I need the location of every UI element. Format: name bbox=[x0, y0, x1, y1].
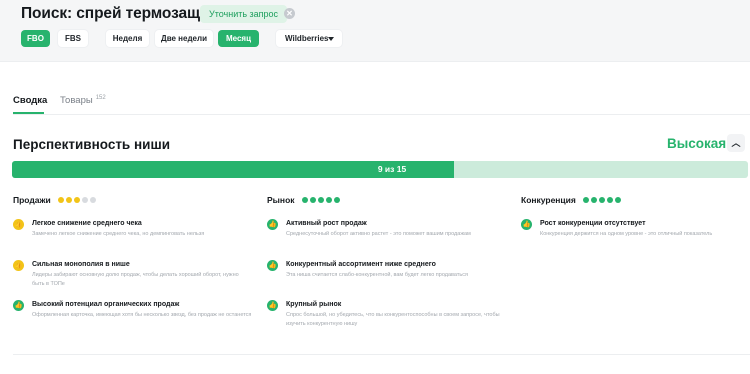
rating-dot-empty bbox=[81, 197, 88, 203]
rating-dot-filled bbox=[606, 197, 613, 203]
competition-rating bbox=[582, 197, 623, 203]
item-description: Конкуренция держится на одном уровне - э… bbox=[540, 231, 713, 237]
tab-products-count: 152 bbox=[95, 95, 106, 101]
rating-dot-filled bbox=[325, 197, 332, 203]
sales-title: Продажи bbox=[13, 195, 51, 205]
item-title: Легкое снижение среднего чека bbox=[32, 220, 142, 227]
marketplace-select[interactable]: Wildberries bbox=[276, 30, 342, 47]
tab-summary-label: Сводка bbox=[13, 95, 48, 106]
sales-rating bbox=[57, 197, 98, 203]
marketplace-label: Wildberries bbox=[285, 34, 329, 43]
thumbs-up-icon: 👍 bbox=[13, 260, 24, 271]
item-description: Спрос большой, но убедитесь, что вы конк… bbox=[286, 312, 500, 327]
item-description: Замечено легкое снижение среднего чека, … bbox=[32, 231, 205, 237]
market-title: Рынок bbox=[267, 195, 295, 205]
page-title: Поиск: спрей термозащита bbox=[21, 5, 226, 22]
tab-products-label: Товары bbox=[60, 95, 93, 106]
thumbs-up-icon: 👍 bbox=[267, 260, 278, 271]
period-month-button[interactable]: Месяц bbox=[218, 30, 259, 47]
thumbs-up-icon: 👍 bbox=[267, 219, 278, 230]
item-description: Среднесуточный оборот активно растет - э… bbox=[286, 231, 471, 237]
period-week-button[interactable]: Неделя bbox=[106, 30, 149, 47]
section-divider bbox=[13, 354, 750, 355]
sales-column: Продажи 👍 Легкое снижение среднего чека … bbox=[13, 193, 251, 318]
rating-dot-empty bbox=[89, 197, 96, 203]
rating-dot-filled bbox=[57, 197, 64, 203]
item-title: Высокий потенциал органических продаж bbox=[32, 301, 180, 308]
rating-dot-filled bbox=[73, 197, 80, 203]
rating-dot-filled bbox=[309, 197, 316, 203]
tab-products[interactable]: Товары 152 bbox=[60, 95, 106, 106]
close-icon[interactable]: ✕ bbox=[284, 8, 295, 19]
rating-dot-filled bbox=[582, 197, 589, 203]
niche-title: Перспективность ниши bbox=[13, 137, 170, 152]
tabs-divider bbox=[13, 114, 750, 115]
sales-header: Продажи bbox=[13, 193, 248, 207]
rating-dot-filled bbox=[65, 197, 72, 203]
thumbs-up-icon: 👍 bbox=[13, 219, 24, 230]
rating-dot-filled bbox=[301, 197, 308, 203]
item-title: Конкурентный ассортимент ниже среднего bbox=[286, 261, 436, 268]
rating-dot-filled bbox=[333, 197, 340, 203]
market-header: Рынок bbox=[267, 193, 502, 207]
item-title: Активный рост продаж bbox=[286, 220, 367, 227]
thumbs-up-icon: 👍 bbox=[521, 219, 532, 230]
item-title: Сильная монополия в нише bbox=[32, 261, 130, 268]
item-description: Эта ниша считается слабо-конкурентной, в… bbox=[286, 272, 468, 278]
competition-title: Конкуренция bbox=[521, 195, 576, 205]
period-two-weeks-button[interactable]: Две недели bbox=[155, 30, 213, 47]
market-rating bbox=[301, 197, 342, 203]
competition-column: Конкуренция 👍 Рост конкуренции отсутству… bbox=[521, 193, 750, 237]
caret-down-icon bbox=[328, 37, 334, 41]
item-title: Крупный рынок bbox=[286, 301, 342, 308]
rating-dot-filled bbox=[598, 197, 605, 203]
competition-header: Конкуренция bbox=[521, 193, 750, 207]
query-header: Поиск: спрей термозащита Уточнить запрос… bbox=[0, 0, 750, 62]
item-description: Оформленная карточка, имеющая хотя бы не… bbox=[32, 312, 252, 318]
rating-dot-filled bbox=[317, 197, 324, 203]
thumbs-up-icon: 👍 bbox=[13, 300, 24, 311]
rating-dot-filled bbox=[614, 197, 621, 203]
market-column: Рынок 👍 Активный рост продаж Среднесуточ… bbox=[267, 193, 502, 327]
chevron-up-icon[interactable]: ︿ bbox=[727, 134, 745, 152]
refine-query-button[interactable]: Уточнить запрос bbox=[200, 5, 288, 23]
niche-score-bar: 9 из 15 bbox=[12, 161, 748, 178]
item-title: Рост конкуренции отсутствует bbox=[540, 220, 646, 227]
rating-dot-filled bbox=[590, 197, 597, 203]
item-description: Лидеры забирают основную долю продаж, чт… bbox=[32, 272, 239, 287]
niche-score-label: 9 из 15 bbox=[377, 164, 407, 174]
scheme-fbo-button[interactable]: FBO bbox=[21, 30, 50, 47]
tab-summary[interactable]: Сводка bbox=[13, 95, 47, 106]
niche-level: Высокая bbox=[667, 136, 727, 151]
scheme-fbs-button[interactable]: FBS bbox=[58, 30, 88, 47]
thumbs-up-icon: 👍 bbox=[267, 300, 278, 311]
